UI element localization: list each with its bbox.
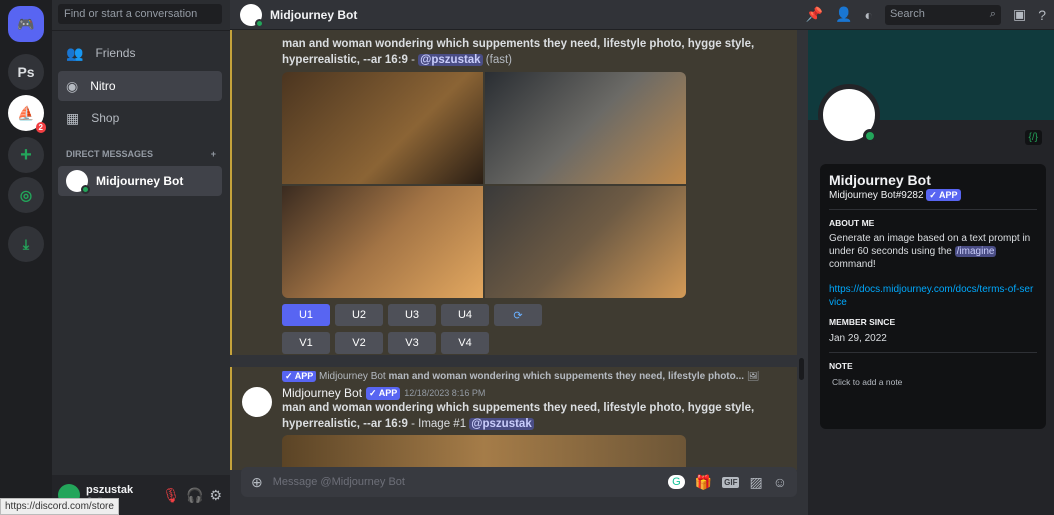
u1-button[interactable]: U1 — [282, 304, 330, 326]
app-badge: ✓ APP — [366, 386, 401, 400]
search-icon: ⌕ — [989, 7, 996, 20]
gif-icon[interactable]: GIF — [722, 476, 740, 488]
app-badge: ✓ APP — [926, 189, 961, 201]
avatar — [66, 170, 90, 194]
sticker-icon[interactable]: ▨ — [749, 474, 762, 491]
message-prompt: man and woman wondering which suppements… — [282, 402, 755, 430]
profile-tag: Midjourney Bot#9282 — [829, 190, 924, 201]
message-grid: man and woman wondering which suppements… — [230, 30, 797, 355]
friends-item[interactable]: 👥 Friends — [58, 38, 222, 68]
author-avatar[interactable] — [242, 387, 272, 417]
scrollbar[interactable] — [799, 358, 804, 380]
member-since-heading: MEMBER SINCE — [829, 317, 896, 327]
profile-card: Midjourney Bot Midjourney Bot#9282 ✓ APP… — [820, 164, 1046, 429]
shop-icon: ▦ — [66, 109, 80, 126]
search-input[interactable]: Search ⌕ — [884, 4, 1001, 25]
image-icon: 🖼 — [746, 371, 760, 382]
headphones-icon[interactable]: 🎧 — [186, 487, 203, 504]
dm-header: DIRECT MESSAGES — [66, 149, 154, 159]
find-conversation-input[interactable]: Find or start a conversation — [58, 4, 222, 24]
discord-home-button[interactable]: 🎮 — [8, 6, 44, 42]
message-upscaled: ✓ APP Midjourney Bot man and woman wonde… — [230, 367, 797, 470]
nitro-item[interactable]: ◉ Nitro — [58, 71, 222, 101]
add-dm-icon[interactable]: + — [211, 149, 216, 159]
profile-toggle-icon[interactable]: ◐ — [865, 7, 873, 23]
upscale-row: U1 U2 U3 U4 ⟳ — [282, 304, 797, 326]
explore-icon[interactable]: ◎ — [8, 177, 44, 213]
emoji-icon[interactable]: ☺ — [773, 474, 787, 490]
u2-button[interactable]: U2 — [335, 304, 383, 326]
u4-button[interactable]: U4 — [441, 304, 489, 326]
reroll-button[interactable]: ⟳ — [494, 304, 542, 326]
inbox-icon[interactable]: ▣ — [1013, 6, 1026, 23]
server-midjourney[interactable]: ⛵ 2 — [8, 95, 46, 133]
about-heading: ABOUT ME — [829, 218, 875, 228]
v1-button[interactable]: V1 — [282, 332, 330, 354]
slash-commands-badge: {/} — [1024, 130, 1042, 145]
header-avatar — [240, 3, 264, 28]
message-list: man and woman wondering which suppements… — [230, 30, 797, 470]
member-since-date: Jan 29, 2022 — [829, 333, 887, 344]
u3-button[interactable]: U3 — [388, 304, 436, 326]
v4-button[interactable]: V4 — [441, 332, 489, 354]
server-ps[interactable]: Ps — [8, 54, 44, 90]
download-icon[interactable]: ⤓ — [8, 226, 44, 262]
grammarly-icon[interactable]: G — [668, 475, 685, 489]
message-prompt: man and woman wondering which suppements… — [282, 38, 755, 66]
note-input[interactable]: Click to add a note — [832, 377, 1037, 387]
variation-row: V1 V2 V3 V4 — [282, 332, 797, 354]
image-grid[interactable] — [282, 72, 686, 298]
shop-item[interactable]: ▦ Shop — [58, 103, 222, 133]
mention-badge: 2 — [35, 122, 46, 133]
channel-header: Midjourney Bot 📌 👤 ◐ Search ⌕ ▣ ? — [230, 0, 1054, 30]
server-rail: 🎮 Ps ⛵ 2 + ◎ ⤓ — [0, 0, 52, 515]
friends-icon: 👥 — [66, 44, 84, 61]
status-url-tooltip: https://discord.com/store — [0, 498, 119, 515]
add-attachment-icon[interactable]: ⊕ — [251, 474, 263, 491]
add-server-button[interactable]: + — [8, 137, 44, 173]
profile-avatar[interactable] — [818, 84, 880, 146]
upscaled-image[interactable] — [282, 435, 686, 470]
message-input[interactable]: ⊕ Message @Midjourney Bot G 🎁 GIF ▨ ☺ — [241, 467, 797, 497]
gift-icon[interactable]: 🎁 — [695, 474, 712, 491]
v3-button[interactable]: V3 — [388, 332, 436, 354]
v2-button[interactable]: V2 — [335, 332, 383, 354]
help-icon[interactable]: ? — [1038, 7, 1046, 23]
settings-gear-icon[interactable]: ⚙ — [209, 487, 222, 504]
note-heading: NOTE — [829, 361, 853, 371]
reply-preview[interactable]: ✓ APP Midjourney Bot man and woman wonde… — [282, 371, 797, 382]
user-mention[interactable]: @pszustak — [469, 418, 534, 430]
mute-icon[interactable]: 🎙 — [162, 487, 180, 504]
profile-name: Midjourney Bot — [829, 172, 931, 188]
about-text: Generate an image based on a text prompt… — [829, 233, 1031, 270]
dm-sidebar: Find or start a conversation 👥 Friends ◉ N… — [52, 0, 230, 515]
page-title: Midjourney Bot — [270, 7, 358, 22]
dm-midjourney-bot[interactable]: Midjourney Bot — [58, 166, 222, 196]
add-friend-icon[interactable]: 👤 — [835, 6, 852, 23]
profile-panel: {/} Midjourney Bot Midjourney Bot#9282 ✓… — [808, 30, 1054, 515]
timestamp: 12/18/2023 8:16 PM — [404, 388, 486, 398]
terms-link[interactable]: https://docs.midjourney.com/docs/terms-o… — [829, 283, 1037, 309]
pin-icon[interactable]: 📌 — [806, 6, 823, 23]
author-name[interactable]: Midjourney Bot — [282, 386, 362, 400]
nitro-icon: ◉ — [66, 77, 79, 94]
user-mention[interactable]: @pszustak — [418, 54, 483, 66]
